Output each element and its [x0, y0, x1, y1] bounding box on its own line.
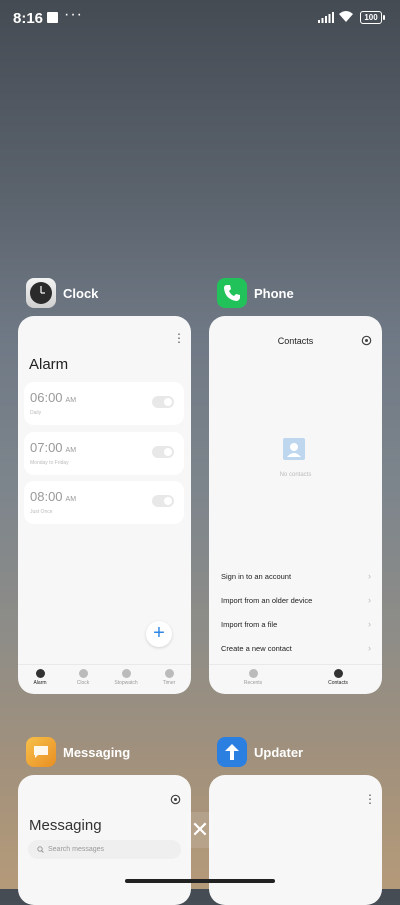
tab-label: Timer — [162, 680, 176, 686]
alarm-repeat: Daily — [30, 410, 42, 416]
option-sign-in[interactable]: Sign in to an account › — [221, 571, 371, 581]
option-import-device[interactable]: Import from an older device › — [221, 595, 371, 605]
chevron-right-icon: › — [368, 571, 371, 581]
alarm-time: 08:00 — [30, 489, 63, 504]
option-label: Import from a file — [221, 620, 278, 629]
tab-label: Recents — [243, 680, 263, 686]
more-options-icon[interactable]: ⋮ — [364, 793, 376, 805]
status-time: 8:16 — [13, 10, 44, 27]
add-alarm-button[interactable]: + — [146, 621, 172, 647]
page-title: Messaging — [29, 817, 102, 834]
option-import-file[interactable]: Import from a file › — [221, 619, 371, 629]
battery-icon: 100 — [360, 11, 385, 24]
more-notifications-icon: ··· — [64, 6, 83, 23]
chevron-right-icon: › — [368, 619, 371, 629]
phone-app-icon — [217, 278, 247, 308]
clock-app-icon — [26, 278, 56, 308]
alarm-toggle[interactable] — [152, 495, 174, 507]
tab-recents[interactable]: Recents — [233, 669, 273, 686]
notification-icon — [47, 12, 58, 23]
app-name-phone: Phone — [254, 285, 294, 301]
gear-icon[interactable] — [361, 335, 372, 346]
updater-app-icon — [217, 737, 247, 767]
alarm-time: 07:00 — [30, 440, 63, 455]
alarm-repeat: Monday to Friday — [30, 460, 69, 466]
tab-label: Stopwatch — [114, 680, 138, 686]
alarm-time: 06:00 — [30, 390, 63, 405]
alarm-toggle[interactable] — [152, 446, 174, 458]
search-input[interactable]: Search messages — [28, 840, 181, 859]
option-label: Sign in to an account — [221, 572, 292, 581]
bottom-nav: Alarm Clock Stopwatch Timer — [18, 664, 191, 694]
alarm-item[interactable]: 06:00 AM Daily — [24, 382, 184, 425]
tab-label: Contacts — [328, 680, 348, 686]
bottom-nav: Recents Contacts — [209, 664, 382, 694]
empty-state-text: No contacts — [279, 472, 312, 478]
alarm-icon — [35, 669, 45, 678]
app-name-clock: Clock — [63, 285, 99, 301]
app-card-updater[interactable]: ⋮ — [209, 775, 382, 905]
option-new-contact[interactable]: Create a new contact › — [221, 643, 371, 653]
option-label: Import from an older device — [221, 596, 313, 605]
chevron-right-icon: › — [368, 643, 371, 653]
more-options-icon[interactable]: ⋮ — [173, 332, 185, 344]
app-header-phone[interactable]: Phone — [217, 277, 294, 309]
app-card-phone[interactable]: Contacts No contacts Sign in to an accou… — [209, 316, 382, 694]
app-header-clock[interactable]: Clock — [26, 277, 98, 309]
alarm-item[interactable]: 07:00 AM Monday to Friday — [24, 432, 184, 475]
alarm-repeat: Just Once — [30, 509, 53, 515]
tab-label: Clock — [76, 680, 90, 686]
messaging-app-icon — [26, 737, 56, 767]
tab-timer[interactable]: Timer — [149, 669, 189, 686]
tab-stopwatch[interactable]: Stopwatch — [106, 669, 146, 686]
alarm-toggle[interactable] — [152, 396, 174, 408]
app-name-updater: Updater — [254, 744, 304, 760]
search-placeholder: Search messages — [48, 846, 105, 853]
option-label: Create a new contact — [221, 644, 292, 653]
app-card-messaging[interactable]: Messaging Search messages — [18, 775, 191, 905]
app-name-messaging: Messaging — [63, 744, 131, 760]
alarm-item[interactable]: 08:00 AM Just Once — [24, 481, 184, 524]
app-card-clock[interactable]: ⋮ Alarm 06:00 AM Daily 07:00 AM Monday to … — [18, 316, 191, 694]
app-header-updater[interactable]: Updater — [217, 736, 303, 768]
tab-clock[interactable]: Clock — [63, 669, 103, 686]
tab-alarm[interactable]: Alarm — [20, 669, 60, 686]
search-icon — [37, 846, 44, 853]
page-title: Contacts — [277, 336, 314, 346]
close-all-button[interactable]: ✕ — [187, 812, 213, 848]
app-header-messaging[interactable]: Messaging — [26, 736, 130, 768]
chevron-right-icon: › — [368, 595, 371, 605]
hourglass-icon — [164, 669, 174, 678]
tab-contacts[interactable]: Contacts — [318, 669, 358, 686]
stopwatch-icon — [121, 669, 131, 678]
alarm-ampm: AM — [65, 496, 77, 503]
phone-icon — [248, 669, 258, 678]
gear-icon[interactable] — [170, 794, 181, 805]
person-icon — [333, 669, 343, 678]
page-title: Alarm — [29, 356, 69, 373]
wifi-icon — [339, 11, 353, 22]
alarm-ampm: AM — [65, 397, 77, 404]
tab-label: Alarm — [33, 680, 47, 686]
signal-icon — [318, 12, 334, 23]
empty-contacts-icon — [283, 438, 305, 460]
clock-icon — [78, 669, 88, 678]
status-bar: 8:16 ··· 100 — [0, 0, 400, 36]
alarm-ampm: AM — [65, 447, 77, 454]
home-indicator[interactable] — [125, 879, 275, 883]
